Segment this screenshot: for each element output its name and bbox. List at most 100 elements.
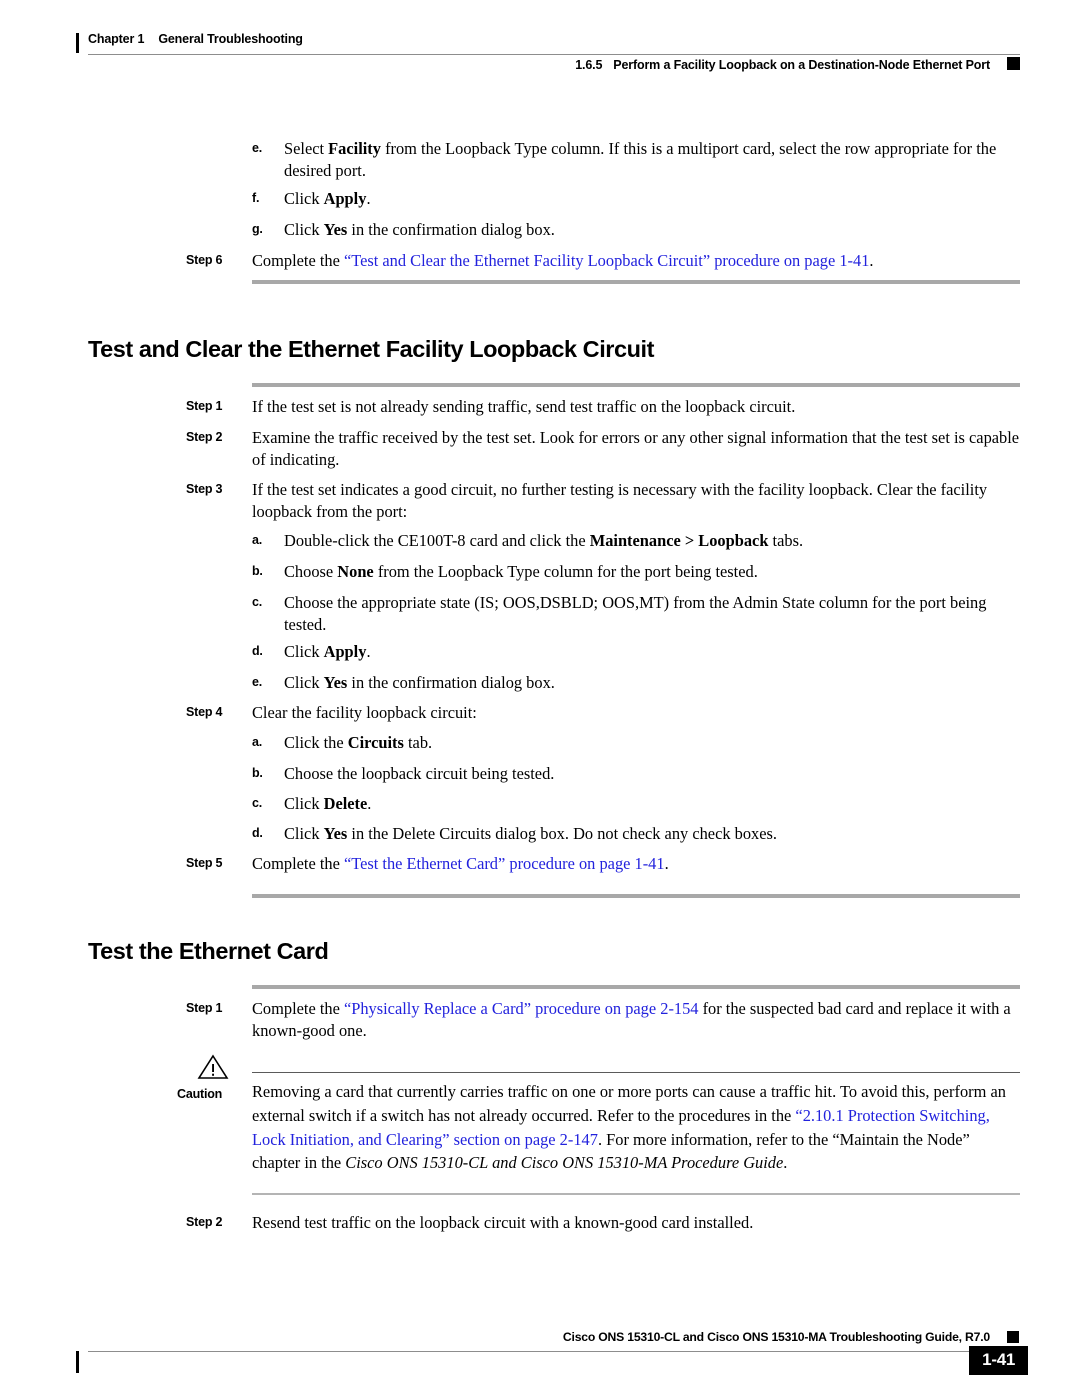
substep-g-text-1: Click [284, 220, 324, 239]
section-a-step-3e-bold: Yes [323, 673, 348, 692]
section-b-step-1-row: Step 1 Complete the “Physically Replace … [186, 998, 1020, 1041]
section-a-step-3b-label: b. [252, 564, 263, 578]
substep-g-body: Click Yes in the confirmation dialog box… [284, 219, 1020, 241]
substep-f-body: Click Apply. [284, 188, 1020, 210]
section-a-step-4d-body: Click Yes in the Delete Circuits dialog … [284, 823, 1020, 845]
section-a-step-1-body: If the test set is not already sending t… [252, 397, 796, 416]
section-a-step-4d-text-1: Click [284, 824, 324, 843]
footer-rule [88, 1351, 1020, 1352]
page-number-badge: 1-41 [969, 1346, 1028, 1375]
section-a-step-4d-row: d. Click Yes in the Delete Circuits dial… [252, 823, 1020, 845]
section-a-step-3b-bold: None [337, 562, 374, 581]
step-6-row: Step 6 Complete the “Test and Clear the … [186, 250, 1020, 272]
section-a-step-3c-row: c. Choose the appropriate state (IS; OOS… [252, 592, 1020, 635]
section-a-step-3b-body: Choose None from the Loopback Type colum… [284, 561, 1020, 583]
header-marker-square [1007, 57, 1020, 70]
section-a-step-4b-label: b. [252, 766, 263, 780]
header-change-bar [76, 33, 79, 53]
section-a-step-2-label: Step 2 [186, 430, 223, 444]
caution-bottom-rule [252, 1193, 1020, 1195]
step-6-cross-reference-link[interactable]: “Test and Clear the Ethernet Facility Lo… [344, 251, 869, 270]
header-chapter-number: Chapter 1 [88, 32, 145, 46]
substep-g-label: g. [252, 222, 263, 236]
section-a-step-3b-text-1: Choose [284, 562, 338, 581]
section-a-step-4b-row: b. Choose the loopback circuit being tes… [252, 763, 1020, 785]
section-a-step-4c-bold: Delete [323, 794, 368, 813]
substep-e-body: Select Facility from the Loopback Type c… [284, 138, 1020, 181]
caution-book-title: Cisco ONS 15310-CL and Cisco ONS 15310-M… [345, 1153, 784, 1173]
section-a-step-3a-row: a. Double-click the CE100T-8 card and cl… [252, 530, 1020, 552]
substep-f-text-1: Click [284, 189, 324, 208]
section-a-step-4a-bold: Circuits [347, 733, 404, 752]
section-a-step-3d-body: Click Apply. [284, 641, 1020, 663]
document-page: Chapter 1 General Troubleshooting 1.6.5 … [0, 0, 1080, 1397]
section-a-step-3e-row: e. Click Yes in the confirmation dialog … [252, 672, 1020, 694]
section-a-step-3d-text-1: Click [284, 642, 324, 661]
header-rule [88, 54, 1020, 55]
section-a-step-5-row: Step 5 Complete the “Test the Ethernet C… [186, 853, 1020, 875]
section-a-step-3e-label: e. [252, 675, 263, 689]
section-a-step-3a-bold: Maintenance > Loopback [589, 531, 769, 550]
section-a-step-4a-body: Click the Circuits tab. [284, 732, 1020, 754]
section-a-step-1-row: Step 1 If the test set is not already se… [186, 396, 1020, 418]
caution-label: Caution [177, 1087, 223, 1101]
section-a-step-4a-text-1: Click the [284, 733, 348, 752]
substep-g-bold: Yes [323, 220, 348, 239]
substep-e-bold: Facility [328, 139, 381, 158]
substep-f-row: f. Click Apply. [252, 188, 1020, 210]
section-a-step-5-text-1: Complete the [252, 854, 344, 873]
section-a-step-4c-row: c. Click Delete. [252, 793, 1020, 815]
section-a-step-4c-text-2: . [367, 794, 372, 813]
page-footer: Cisco ONS 15310-CL and Cisco ONS 15310-M… [76, 1330, 1028, 1390]
section-a-step-3c-body: Choose the appropriate state (IS; OOS,DS… [284, 593, 987, 634]
substep-e-label: e. [252, 141, 263, 155]
section-a-step-3d-row: d. Click Apply. [252, 641, 1020, 663]
section-heading-test-ethernet-card: Test the Ethernet Card [88, 938, 329, 964]
section-a-step-3d-label: d. [252, 644, 263, 658]
section-a-step-3e-text-1: Click [284, 673, 324, 692]
section-a-step-5-cross-reference-link[interactable]: “Test the Ethernet Card” procedure on pa… [344, 854, 665, 873]
section-b-step-1-body: Complete the “Physically Replace a Card”… [252, 998, 1020, 1041]
section-a-step-4d-label: d. [252, 826, 263, 840]
section-a-step-3a-label: a. [252, 533, 263, 547]
substep-e-text-1: Select [284, 139, 329, 158]
header-section-number: 1.6.5 [575, 58, 603, 72]
header-section-title: Perform a Facility Loopback on a Destina… [613, 58, 990, 72]
section-a-step-4c-text-1: Click [284, 794, 324, 813]
section-b-step-1-cross-reference-link[interactable]: “Physically Replace a Card” procedure on… [344, 999, 699, 1018]
caution-text-3: . [783, 1153, 788, 1173]
section-a-step-5-text-2: . [664, 854, 669, 873]
section-a-step-4c-label: c. [252, 796, 263, 810]
section-a-step-1-label: Step 1 [186, 399, 223, 413]
section-a-step-3b-row: b. Choose None from the Loopback Type co… [252, 561, 1020, 583]
section-a-step-5-body: Complete the “Test the Ethernet Card” pr… [252, 853, 1020, 875]
footer-change-bar [76, 1351, 79, 1373]
section-b-step-2-label: Step 2 [186, 1215, 223, 1229]
step-6-label: Step 6 [186, 253, 223, 267]
section-a-step-4a-row: a. Click the Circuits tab. [252, 732, 1020, 754]
section-a-step-3e-text-2: in the confirmation dialog box. [347, 673, 555, 692]
footer-guide-title: Cisco ONS 15310-CL and Cisco ONS 15310-M… [562, 1330, 990, 1344]
section-b-step-2-body: Resend test traffic on the loopback circ… [252, 1213, 754, 1232]
section-divider-rule-2 [252, 894, 1020, 898]
section-a-step-2-body: Examine the traffic received by the test… [252, 428, 1020, 469]
step-6-text-2: . [869, 251, 874, 270]
section-a-step-4-label: Step 4 [186, 705, 223, 719]
section-a-step-4d-bold: Yes [323, 824, 348, 843]
substep-f-text-2: . [366, 189, 371, 208]
section-divider-rule-1 [252, 280, 1020, 284]
section-b-step-1-text-1: Complete the [252, 999, 344, 1018]
section-a-step-4c-body: Click Delete. [284, 793, 1020, 815]
section-a-step-3c-label: c. [252, 595, 263, 609]
section-heading-test-and-clear: Test and Clear the Ethernet Facility Loo… [88, 336, 654, 362]
section-a-step-3-label: Step 3 [186, 482, 223, 496]
section-a-heading-rule [252, 383, 1020, 387]
header-section-line: 1.6.5 Perform a Facility Loopback on a D… [575, 58, 990, 72]
substep-e-text-2: from the Loopback Type column. If this i… [284, 139, 997, 180]
section-b-step-2-row: Step 2 Resend test traffic on the loopba… [186, 1212, 1020, 1234]
section-a-step-2-row: Step 2 Examine the traffic received by t… [186, 427, 1020, 470]
section-b-step-1-label: Step 1 [186, 1001, 223, 1015]
section-a-step-3a-text-1: Double-click the CE100T-8 card and click… [284, 531, 590, 550]
section-a-step-3-row: Step 3 If the test set indicates a good … [186, 479, 1020, 522]
step-6-body: Complete the “Test and Clear the Etherne… [252, 250, 1020, 272]
